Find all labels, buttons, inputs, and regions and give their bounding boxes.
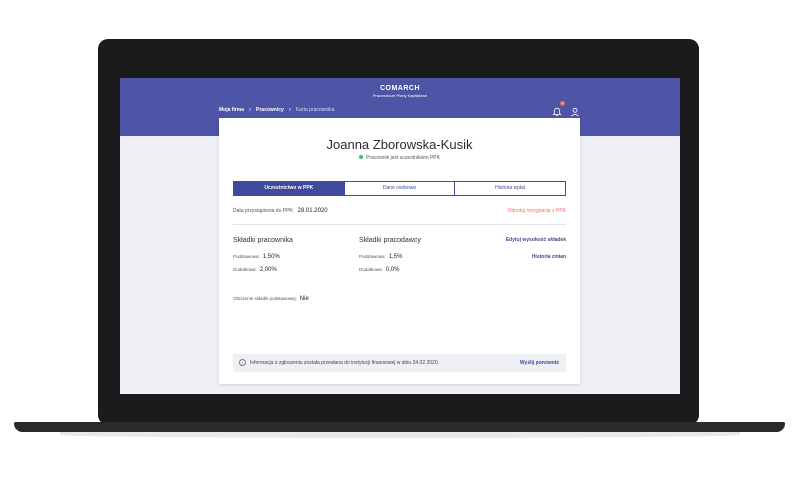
- employee-basic-label: Podstawowa:: [233, 254, 260, 259]
- tabs: Uczestnictwo w PPK Dane osobowe Historia…: [233, 181, 566, 196]
- employer-basic-value: 1,5%: [388, 254, 403, 260]
- logo-subtitle: Pracownicze Plany Kapitałowe: [372, 93, 428, 98]
- employee-contrib-title: Składki pracownika: [233, 237, 293, 244]
- employee-card: Joanna Zborowska-Kusik Pracownik jest uc…: [219, 118, 580, 384]
- employer-extra-label: Dodatkowa:: [359, 267, 383, 272]
- resend-link[interactable]: Wyślij ponownie: [520, 360, 559, 366]
- breadcrumb-current: Karta pracownika: [295, 107, 335, 113]
- employee-status-text: Pracownik jest uczestnikiem PPK: [366, 155, 440, 161]
- reduction-value: Nie: [299, 296, 309, 302]
- employee-extra-field: Dodatkowa: 2,00%: [233, 267, 277, 273]
- logo[interactable]: COMARCH Pracownicze Plany Kapitałowe: [120, 85, 680, 98]
- bell-icon[interactable]: 1: [552, 101, 565, 117]
- tab-participation[interactable]: Uczestnictwo w PPK: [234, 182, 345, 195]
- chevron-right-icon: ›: [249, 107, 252, 113]
- breadcrumb: Moja firma › Pracownicy › Karta pracowni…: [219, 107, 334, 113]
- divider: [233, 224, 566, 225]
- employer-basic-field: Podstawowa: 1,5%: [359, 254, 402, 260]
- chevron-right-icon: ›: [288, 107, 291, 113]
- header-icons: 1: [552, 101, 580, 117]
- employee-extra-label: Dodatkowa:: [233, 267, 257, 272]
- employer-basic-label: Podstawowa:: [359, 254, 386, 259]
- employee-status: Pracownik jest uczestnikiem PPK: [219, 155, 580, 161]
- info-bar: i Informacja o zgłoszeniu została przesł…: [233, 354, 566, 372]
- employee-name: Joanna Zborowska-Kusik: [326, 137, 473, 152]
- breadcrumb-my-company[interactable]: Moja firma: [219, 107, 244, 113]
- employer-extra-value: 0,0%: [385, 267, 400, 273]
- reduction-label: Obniżenie składki podstawowej:: [233, 296, 297, 301]
- status-dot-icon: [359, 155, 364, 159]
- laptop-screen: COMARCH Pracownicze Plany Kapitałowe Moj…: [120, 78, 680, 394]
- employer-extra-field: Dodatkowa: 0,0%: [359, 267, 399, 273]
- info-text: Informacja o zgłoszeniu została przesłan…: [250, 360, 439, 366]
- join-date-label: Data przystąpienia do PPK:: [233, 208, 295, 214]
- employee-basic-field: Podstawowa: 1,50%: [233, 254, 280, 260]
- user-icon[interactable]: [570, 104, 580, 117]
- notification-badge: 1: [560, 101, 565, 106]
- join-date-value: 28.01.2020: [297, 208, 328, 214]
- employee-extra-value: 2,00%: [259, 267, 277, 273]
- breadcrumb-employees[interactable]: Pracownicy: [256, 107, 284, 113]
- tab-payment-history[interactable]: Historia wpłat: [455, 182, 566, 195]
- reduction-field: Obniżenie składki podstawowej: Nie: [233, 296, 309, 302]
- logo-brand: COMARCH: [379, 85, 421, 92]
- employee-basic-value: 1,50%: [262, 254, 280, 260]
- join-date-row: Data przystąpienia do PPK: 28.01.2020: [233, 208, 328, 214]
- info-icon: i: [239, 359, 246, 366]
- laptop-shadow: [60, 432, 740, 438]
- laptop-base: [14, 422, 785, 432]
- tab-personal-data[interactable]: Dane osobowe: [344, 182, 456, 195]
- employer-contrib-title: Składki pracodawcy: [359, 237, 421, 244]
- history-link[interactable]: Historia zmian: [532, 254, 566, 260]
- edit-rates-link[interactable]: Edytuj wysokość składek: [506, 237, 566, 243]
- resign-link[interactable]: Odnotuj rezygnację z PPK: [508, 208, 566, 214]
